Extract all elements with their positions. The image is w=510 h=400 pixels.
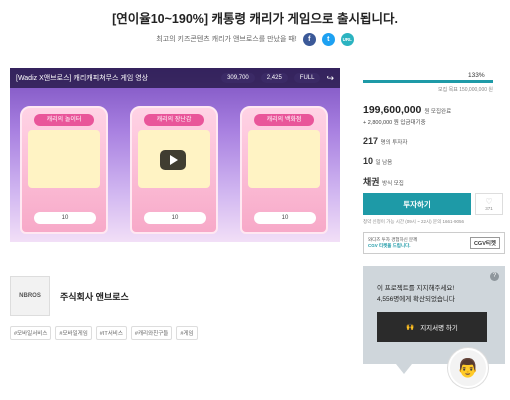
funding-progress-bar: [363, 80, 493, 83]
investor-count: 217 명의 투자자: [363, 136, 407, 146]
company-name[interactable]: 주식회사 앤브로스: [60, 290, 129, 303]
page-subtitle: 최고의 키즈콘텐츠 캐리가 앤브로스를 만났을 때!: [156, 36, 297, 43]
days-unit: 일 남음: [375, 160, 393, 166]
machine-glass: [248, 130, 320, 188]
support-sign-button[interactable]: 🙌 지지서명 하기: [377, 312, 487, 342]
machine-coin: 10: [34, 212, 96, 224]
amount-unit: 원 모집완료: [424, 109, 452, 115]
days-value: 10: [363, 156, 374, 166]
like-count: 371: [485, 205, 493, 211]
facebook-share-icon[interactable]: f: [302, 32, 316, 46]
help-icon[interactable]: ?: [490, 272, 499, 281]
claw-machine: 캐리의 놀이터 10: [20, 106, 108, 234]
funding-amount: 199,600,000 원 모집완료: [363, 104, 451, 116]
investor-value: 217: [363, 136, 379, 146]
funding-percent: 133%: [468, 72, 485, 79]
subtitle-row: 최고의 키즈콘텐츠 캐리가 앤브로스를 만났을 때! f t URL: [0, 30, 510, 48]
days-left: 10 일 남음: [363, 156, 392, 166]
machine-label: 캐리의 놀이터: [34, 114, 94, 126]
avatar-icon: 👨: [448, 348, 488, 388]
twitter-share-icon[interactable]: t: [321, 32, 335, 46]
speech-tail: [396, 364, 412, 374]
banner-text-line2: CGV 티켓을 드립니다.: [368, 243, 411, 248]
coin-stat: 309,700: [221, 73, 255, 83]
video-player[interactable]: [Wadiz X앤브로스] 캐리캐피쳐무스 게임 영상 309,700 2,42…: [10, 68, 340, 242]
company-logo: NBROS: [10, 276, 50, 316]
type-value: 채권: [363, 177, 380, 187]
funding-goal: 모집 목표 150,000,000 원: [438, 87, 493, 93]
page-title: [연이율10~190%] 캐통령 캐리가 게임으로 출시됩니다.: [112, 12, 398, 26]
support-count: 4,556명에게 확산되었습니다: [377, 296, 455, 303]
machine-label: 캐리의 백화점: [254, 114, 314, 126]
amount-value: 199,600,000: [363, 104, 422, 116]
tag[interactable]: #모바일서비스: [10, 326, 52, 340]
tag[interactable]: #IT서비스: [95, 326, 127, 340]
machine-coin: 10: [144, 212, 206, 224]
machine-glass: [28, 130, 100, 188]
video-title-bar: [Wadiz X앤브로스] 캐리캐피쳐무스 게임 영상 309,700 2,42…: [10, 68, 340, 88]
subscription-notice: 청약 신청이 가능 시간 (09시 ~ 22시) 문의 1661-9056: [363, 219, 464, 224]
support-title: 이 프로젝트를 지지해주세요!: [377, 285, 455, 292]
investor-unit: 명의 투자자: [380, 140, 408, 146]
hands-icon: 🙌: [406, 324, 415, 331]
support-button-label: 지지서명 하기: [420, 325, 458, 332]
type-unit: 방식 모집: [382, 181, 404, 187]
play-icon[interactable]: [160, 150, 186, 170]
pending-amount: + 2,800,000 원 입금대기중: [363, 120, 426, 126]
gem-stat: 2,425: [260, 73, 288, 83]
video-title: [Wadiz X앤브로스] 캐리캐피쳐무스 게임 영상: [16, 75, 149, 82]
heart-icon: ♡: [485, 196, 493, 206]
video-share-icon[interactable]: ↪: [326, 73, 334, 84]
tag-list: #모바일서비스 #모바일게임 #IT서비스 #캐리와친구들 #게임: [10, 326, 198, 340]
tag[interactable]: #캐리와친구들: [130, 326, 173, 340]
machine-label: 캐리의 장난감: [144, 114, 204, 126]
funding-type: 채권 방식 모집: [363, 175, 404, 188]
support-box: ? 이 프로젝트를 지지해주세요! 4,556명에게 확산되었습니다 🙌 지지서…: [363, 266, 505, 364]
invest-button[interactable]: 투자하기: [363, 193, 471, 215]
full-stat: FULL: [293, 73, 321, 83]
tag[interactable]: #모바일게임: [55, 326, 92, 340]
company-info: NBROS 주식회사 앤브로스: [10, 276, 340, 316]
funding-progress-fill: [363, 80, 493, 83]
claw-machine: 캐리의 백화점 10: [240, 106, 328, 234]
banner-text: 와디즈 투자 경험하신 분께 CGV 티켓을 드립니다.: [368, 237, 470, 249]
machine-coin: 10: [254, 212, 316, 224]
claw-machine: 캐리의 장난감 10: [130, 106, 218, 234]
like-button[interactable]: ♡ 371: [475, 193, 503, 215]
cgv-ticket-logo: CGV티켓: [469, 237, 500, 249]
cgv-banner[interactable]: 와디즈 투자 경험하신 분께 CGV 티켓을 드립니다. CGV티켓: [363, 232, 505, 254]
tag[interactable]: #게임: [176, 326, 198, 340]
url-share-icon[interactable]: URL: [340, 32, 354, 46]
